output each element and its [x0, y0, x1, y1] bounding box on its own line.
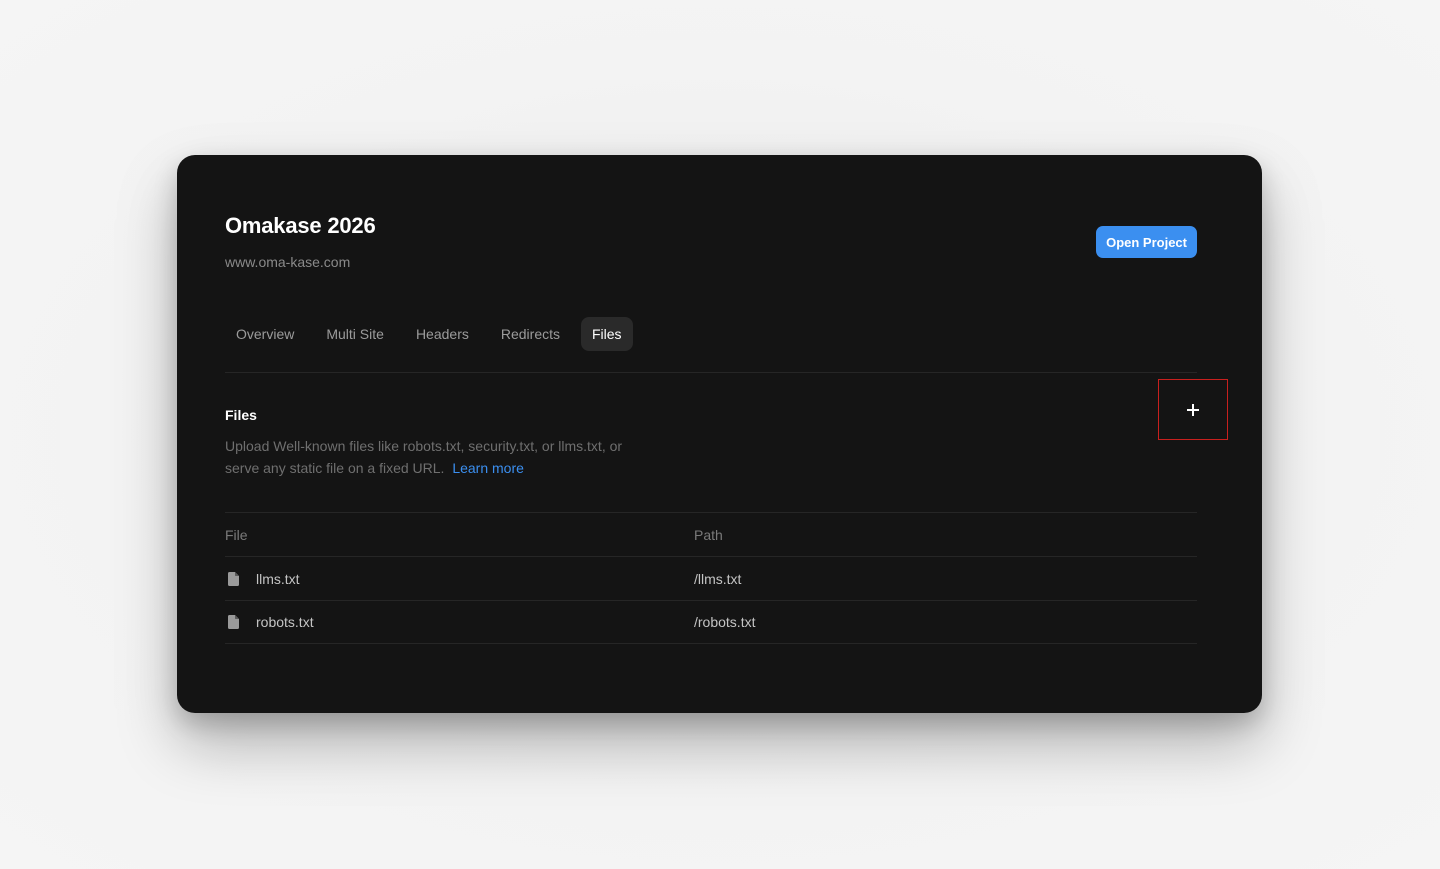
learn-more-link[interactable]: Learn more [452, 460, 524, 476]
file-cell: robots.txt [225, 614, 694, 630]
file-path: /robots.txt [694, 614, 756, 630]
open-project-button[interactable]: Open Project [1096, 226, 1197, 258]
table-row[interactable]: llms.txt /llms.txt [225, 556, 1197, 600]
project-url: www.oma-kase.com [225, 254, 351, 270]
tab-redirects[interactable]: Redirects [490, 317, 571, 351]
column-header-file: File [225, 526, 248, 543]
tab-bar: Overview Multi Site Headers Redirects Fi… [225, 317, 633, 351]
file-icon [228, 615, 239, 629]
tab-multi-site[interactable]: Multi Site [315, 317, 395, 351]
files-section-title: Files [225, 407, 257, 423]
add-file-button[interactable] [1158, 379, 1228, 440]
tab-headers[interactable]: Headers [405, 317, 480, 351]
files-table: File Path llms.txt /llms.txt robots.txt [225, 512, 1197, 644]
tab-overview[interactable]: Overview [225, 317, 305, 351]
files-description-text: Upload Well-known files like robots.txt,… [225, 438, 623, 476]
project-panel: Omakase 2026 www.oma-kase.com Open Proje… [177, 155, 1262, 713]
file-name: llms.txt [256, 570, 300, 587]
file-icon [228, 571, 239, 586]
plus-icon [1187, 403, 1199, 416]
column-header-path: Path [694, 526, 723, 543]
file-name: robots.txt [256, 614, 314, 630]
file-path: /llms.txt [694, 570, 742, 587]
section-divider [225, 372, 1197, 373]
table-header: File Path [225, 512, 1197, 556]
table-row[interactable]: robots.txt /robots.txt [225, 600, 1197, 644]
file-cell: llms.txt [225, 571, 694, 587]
tab-files[interactable]: Files [581, 317, 633, 351]
project-title: Omakase 2026 [225, 213, 376, 238]
files-section-description: Upload Well-known files like robots.txt,… [225, 435, 655, 479]
